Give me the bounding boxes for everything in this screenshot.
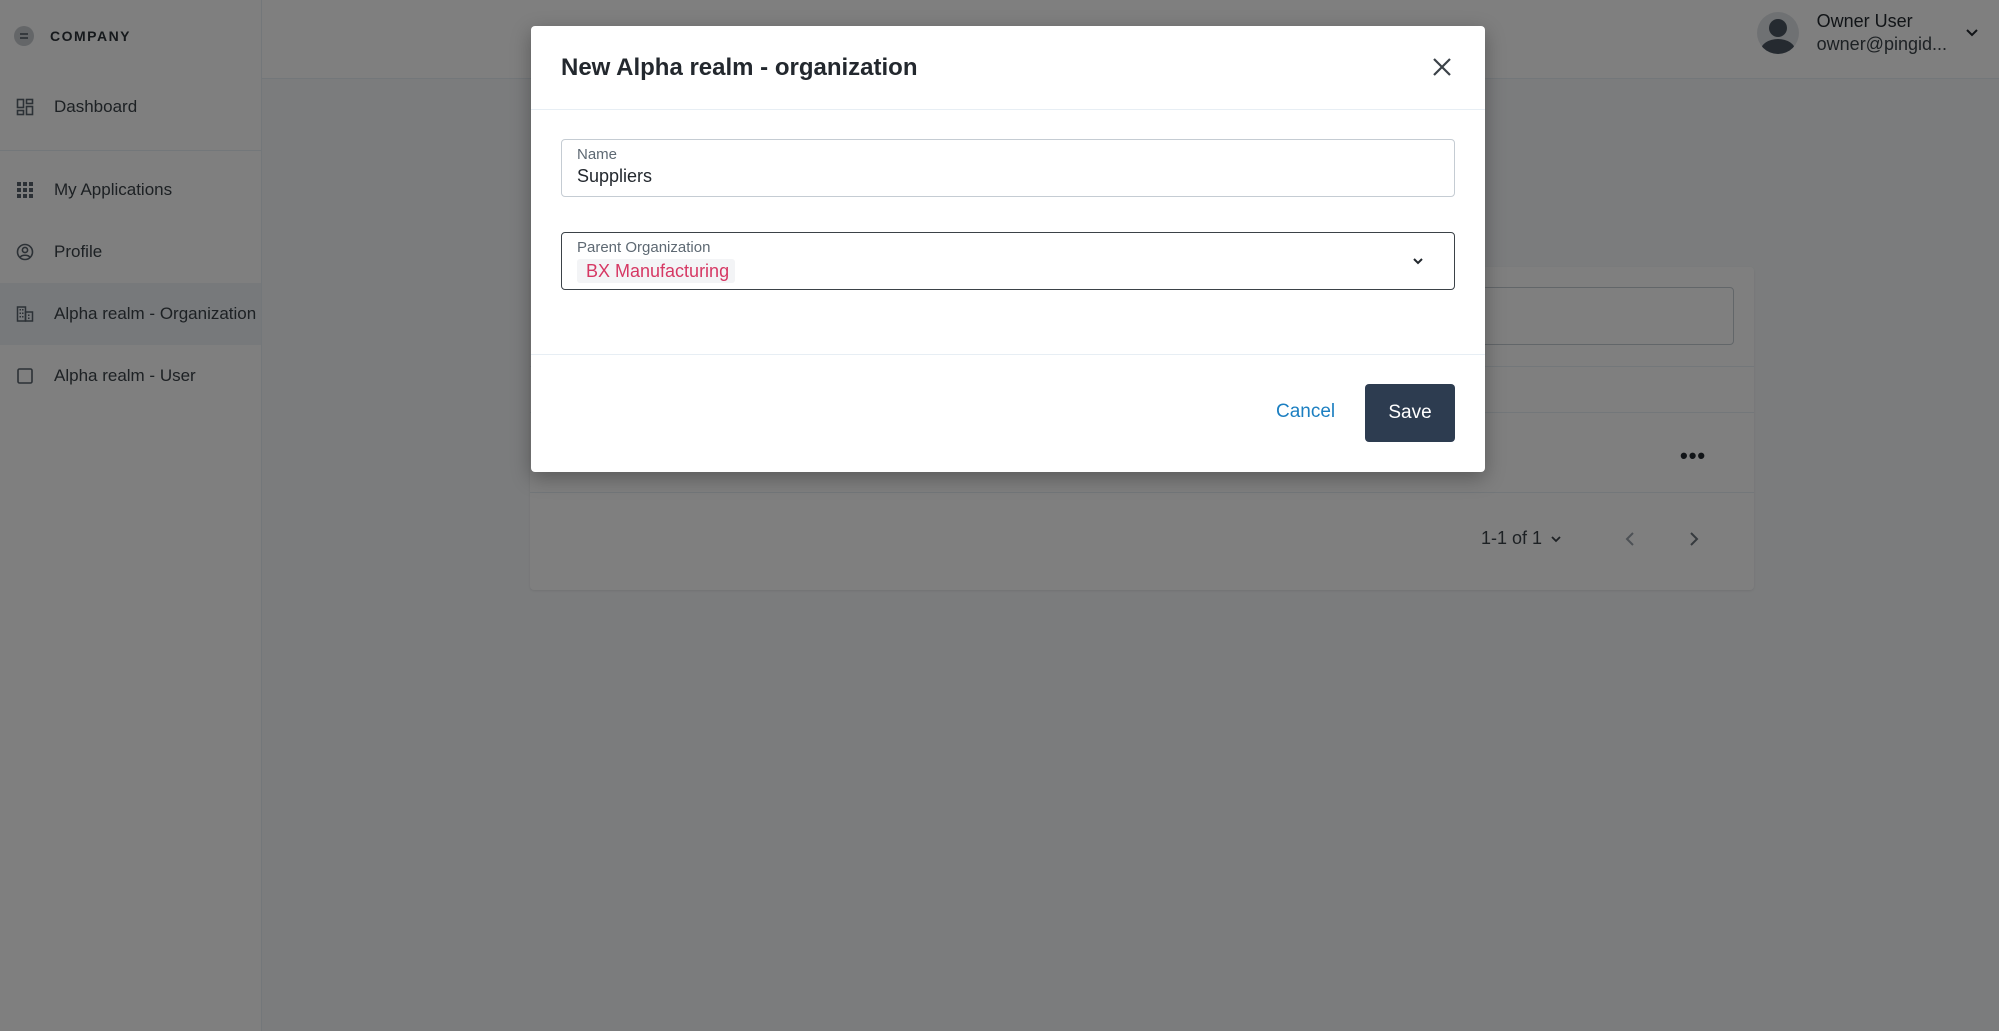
new-organization-modal: New Alpha realm - organization Name Supp… <box>531 26 1485 472</box>
name-field-label: Name <box>577 146 618 163</box>
name-field[interactable]: Name Suppliers <box>561 139 1455 197</box>
close-icon[interactable] <box>1429 54 1455 80</box>
save-button[interactable]: Save <box>1365 384 1455 442</box>
parent-organization-chip[interactable]: BX Manufacturing <box>577 259 736 283</box>
name-field-value[interactable]: Suppliers <box>577 164 1439 188</box>
parent-organization-select[interactable]: Parent Organization BX Manufacturing <box>561 232 1455 290</box>
modal-body: Name Suppliers Parent Organization BX Ma… <box>531 110 1485 355</box>
modal-title: New Alpha realm - organization <box>561 53 918 81</box>
modal-footer: Cancel Save <box>531 355 1485 471</box>
modal-header: New Alpha realm - organization <box>531 26 1485 110</box>
parent-organization-label: Parent Organization <box>577 239 711 256</box>
chevron-down-icon[interactable] <box>1410 253 1426 269</box>
cancel-button[interactable]: Cancel <box>1276 401 1335 423</box>
